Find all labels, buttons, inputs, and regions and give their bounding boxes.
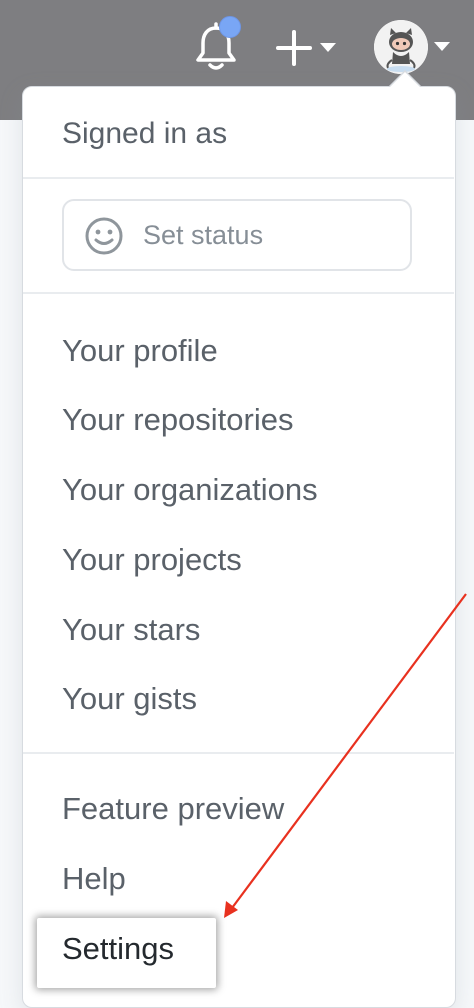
menu-item-your-repositories[interactable]: Your repositories xyxy=(62,400,294,440)
create-new-plus-icon[interactable] xyxy=(274,26,344,70)
smiley-icon xyxy=(85,217,123,255)
menu-item-your-gists[interactable]: Your gists xyxy=(62,679,197,719)
set-status-button[interactable]: Set status xyxy=(62,199,412,271)
menu-item-settings[interactable]: Settings xyxy=(62,929,174,969)
menu-divider xyxy=(23,177,454,179)
menu-divider xyxy=(23,292,454,294)
menu-item-help[interactable]: Help xyxy=(62,859,126,899)
set-status-label: Set status xyxy=(143,220,264,250)
dropdown-caret-fill xyxy=(389,72,421,88)
menu-item-your-projects[interactable]: Your projects xyxy=(62,540,242,580)
user-avatar-button[interactable] xyxy=(374,20,428,74)
menu-item-your-profile[interactable]: Your profile xyxy=(62,331,218,371)
menu-item-your-organizations[interactable]: Your organizations xyxy=(62,470,318,510)
menu-item-feature-preview[interactable]: Feature preview xyxy=(62,789,284,829)
signed-in-label: Signed in as xyxy=(62,117,228,150)
menu-divider xyxy=(23,752,454,754)
notification-dot xyxy=(219,16,241,38)
octocat-avatar-icon xyxy=(374,20,428,74)
menu-item-your-stars[interactable]: Your stars xyxy=(62,610,200,650)
chevron-down-icon[interactable] xyxy=(430,38,454,54)
